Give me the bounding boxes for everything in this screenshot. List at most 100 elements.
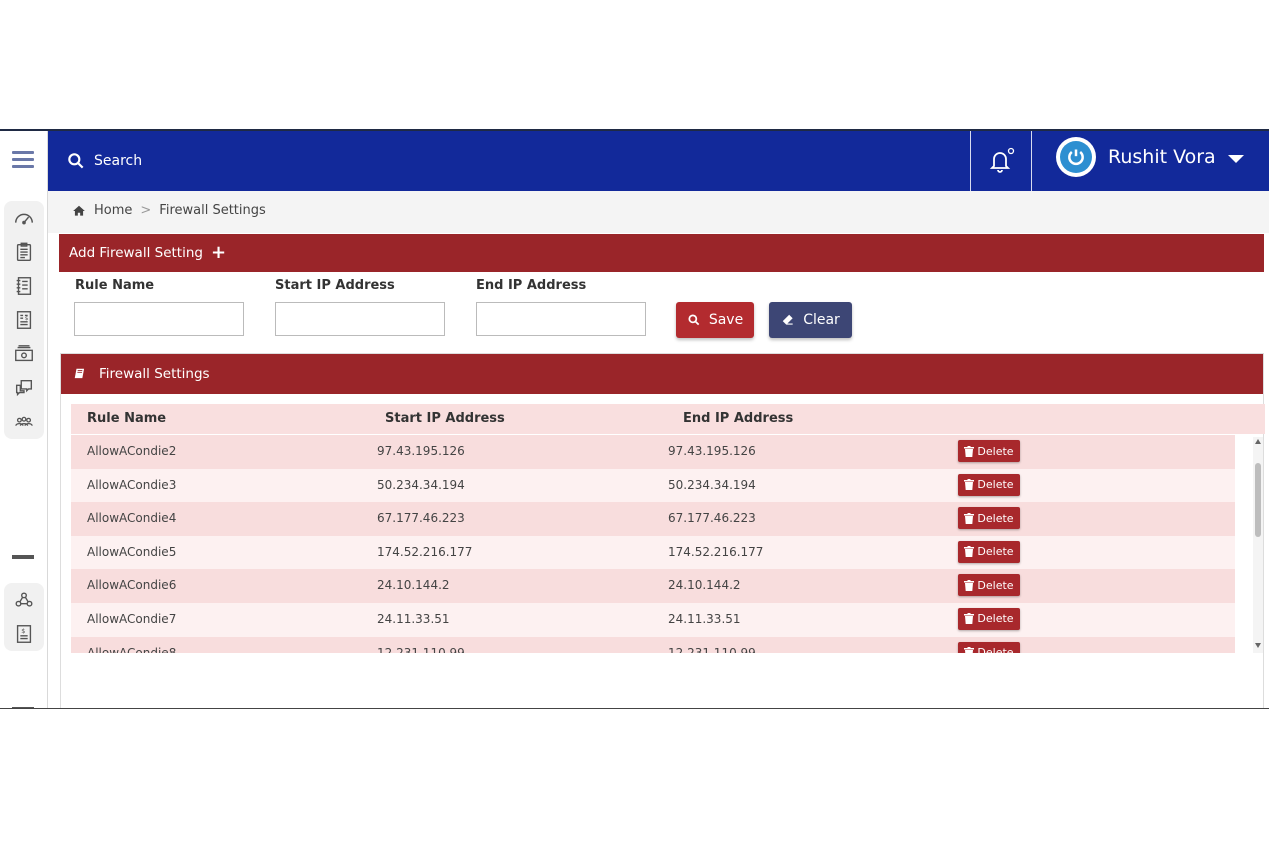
cell-rule-name: AllowACondie7 — [87, 611, 177, 626]
cell-rule-name: AllowACondie5 — [87, 544, 177, 559]
trash-icon — [964, 647, 975, 653]
user-menu[interactable]: Rushit Vora — [1056, 137, 1244, 177]
bell-icon — [989, 147, 1015, 173]
end-ip-input[interactable] — [476, 302, 646, 336]
table-row: AllowACondie8 12.231.110.99 12.231.110.99 D… — [71, 636, 1235, 653]
cell-rule-name: AllowACondie6 — [87, 578, 177, 593]
save-label: Save — [708, 312, 744, 328]
column-header-start-ip[interactable]: Start IP Address — [385, 411, 505, 426]
hamburger-menu-icon[interactable] — [12, 151, 34, 169]
home-icon — [73, 205, 85, 216]
add-firewall-setting-header[interactable]: Add Firewall Setting + — [59, 234, 1264, 272]
clear-button[interactable]: Clear — [769, 302, 852, 338]
sidebar-divider — [12, 555, 34, 559]
search-icon — [68, 153, 84, 169]
search-icon — [688, 314, 700, 326]
cell-start-ip: 97.43.195.126 — [377, 444, 465, 458]
delete-button[interactable]: Delete — [958, 641, 1020, 653]
cell-rule-name: AllowACondie2 — [87, 444, 177, 458]
cell-end-ip: 97.43.195.126 — [668, 444, 756, 458]
table-row: AllowACondie2 97.43.195.126 97.43.195.126 D… — [71, 435, 1235, 469]
delete-label: Delete — [977, 511, 1014, 525]
delete-label: Delete — [977, 444, 1014, 458]
cell-end-ip: 174.52.216.177 — [668, 544, 764, 559]
cell-start-ip: 174.52.216.177 — [377, 544, 473, 559]
invoice-icon[interactable]: $ — [4, 303, 44, 337]
notebook-icon[interactable] — [4, 269, 44, 303]
table-row: AllowACondie4 67.177.46.223 67.177.46.223 D… — [71, 502, 1235, 536]
delete-label: Delete — [977, 612, 1014, 626]
cell-start-ip: 67.177.46.223 — [377, 511, 465, 526]
notifications-button[interactable] — [970, 131, 1032, 191]
trash-icon — [964, 613, 975, 625]
delete-button[interactable]: Delete — [958, 473, 1020, 496]
left-sidebar: $ $ — [0, 131, 48, 709]
column-header-end-ip[interactable]: End IP Address — [683, 411, 793, 426]
money-icon[interactable] — [4, 337, 44, 371]
breadcrumb-bar: Home > Firewall Settings — [48, 191, 1269, 233]
trash-icon — [964, 445, 975, 457]
table-header: Rule Name Start IP Address End IP Addres… — [71, 404, 1265, 434]
group-icon[interactable] — [4, 405, 44, 439]
table-scrollbar[interactable] — [1253, 437, 1263, 653]
column-header-rule-name[interactable]: Rule Name — [87, 411, 166, 426]
search-button[interactable]: Search — [66, 151, 142, 171]
rule-name-input[interactable] — [74, 302, 244, 336]
delete-label: Delete — [977, 478, 1014, 492]
power-icon — [1068, 149, 1084, 166]
sidebar-nav-group: $ — [4, 201, 44, 439]
delete-label: Delete — [977, 545, 1014, 559]
firewall-settings-header: Firewall Settings — [61, 354, 1263, 394]
delete-button[interactable]: Delete — [958, 540, 1020, 563]
eraser-icon — [782, 314, 793, 325]
trash-icon — [964, 512, 975, 524]
top-navigation-bar: Search Rushit Vora — [48, 131, 1269, 191]
end-ip-label: End IP Address — [476, 278, 587, 293]
table-body: AllowACondie2 97.43.195.126 97.43.195.126 D… — [71, 435, 1235, 653]
panel-title: Firewall Settings — [99, 366, 210, 382]
delete-button[interactable]: Delete — [958, 574, 1020, 597]
delete-button[interactable]: Delete — [958, 440, 1020, 462]
cell-rule-name: AllowACondie3 — [87, 477, 177, 492]
add-panel-title: Add Firewall Setting — [69, 245, 203, 261]
plus-icon: + — [210, 242, 227, 263]
cell-start-ip: 24.10.144.2 — [377, 578, 450, 593]
cell-end-ip: 24.10.144.2 — [668, 578, 741, 593]
delete-button[interactable]: Delete — [958, 507, 1020, 530]
cell-start-ip: 12.231.110.99 — [377, 645, 465, 653]
table-row: AllowACondie3 50.234.34.194 50.234.34.194 D… — [71, 468, 1235, 503]
table-row: AllowACondie7 24.11.33.51 24.11.33.51 Delet… — [71, 602, 1235, 637]
start-ip-input[interactable] — [275, 302, 445, 336]
receipt-icon[interactable]: $ — [4, 617, 44, 651]
svg-text:$: $ — [25, 316, 29, 322]
cell-start-ip: 24.11.33.51 — [377, 611, 450, 626]
delete-label: Delete — [977, 578, 1014, 592]
cell-rule-name: AllowACondie8 — [87, 645, 177, 653]
book-icon — [74, 368, 85, 379]
avatar — [1056, 137, 1096, 177]
window-bottom-border — [0, 708, 1269, 709]
user-name: Rushit Vora — [1108, 146, 1216, 168]
clipboard-icon[interactable] — [4, 235, 44, 269]
svg-text:$: $ — [21, 627, 25, 635]
save-button[interactable]: Save — [676, 302, 754, 338]
cell-end-ip: 50.234.34.194 — [668, 477, 756, 492]
network-icon[interactable] — [4, 583, 44, 617]
table-row: AllowACondie6 24.10.144.2 24.10.144.2 Delet… — [71, 569, 1235, 603]
delete-button[interactable]: Delete — [958, 607, 1020, 630]
scroll-down-icon[interactable] — [1255, 643, 1261, 648]
scroll-up-icon[interactable] — [1255, 439, 1261, 444]
scrollbar-thumb[interactable] — [1255, 463, 1261, 537]
cell-start-ip: 50.234.34.194 — [377, 477, 465, 492]
delete-label: Delete — [977, 646, 1014, 653]
app-window: $ $ Search Rushit Vora Home > Firewall S… — [0, 129, 1269, 709]
cell-rule-name: AllowACondie4 — [87, 511, 177, 526]
chat-icon[interactable] — [4, 371, 44, 405]
trash-icon — [964, 479, 975, 491]
dashboard-icon[interactable] — [4, 201, 44, 235]
breadcrumb-current: Firewall Settings — [159, 203, 266, 218]
search-label: Search — [94, 153, 143, 169]
cell-end-ip: 12.231.110.99 — [668, 645, 756, 653]
chevron-down-icon — [1227, 155, 1244, 163]
breadcrumb-home[interactable]: Home — [94, 203, 132, 218]
